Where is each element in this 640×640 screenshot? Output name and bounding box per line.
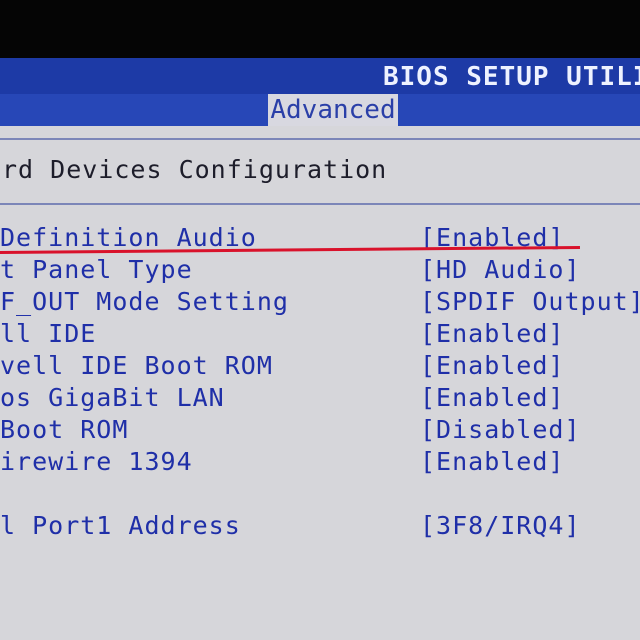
setting-value[interactable]: [3F8/IRQ4] <box>420 511 581 541</box>
setting-row-marvell-ide-boot-rom[interactable]: vell IDE Boot ROM [Enabled] <box>0 351 640 381</box>
setting-label: F_OUT Mode Setting <box>0 287 289 316</box>
setting-label: l Port1 Address <box>0 511 241 540</box>
bios-title: BIOS SETUP UTILI <box>383 62 640 92</box>
setting-label: t Panel Type <box>0 255 193 284</box>
setting-row-front-panel-type[interactable]: t Panel Type [HD Audio] <box>0 255 640 285</box>
panel-top-divider <box>0 138 640 140</box>
screen-bezel <box>0 0 640 58</box>
setting-label: os GigaBit LAN <box>0 383 225 412</box>
setting-value[interactable]: [Enabled] <box>420 383 564 413</box>
tab-advanced[interactable]: Advanced <box>268 94 398 126</box>
setting-label: ll IDE <box>0 319 97 348</box>
setting-row-firewire-1394[interactable]: irewire 1394 [Enabled] <box>0 447 640 477</box>
setting-label: vell IDE Boot ROM <box>0 351 273 380</box>
setting-value[interactable]: [SPDIF Output] <box>420 287 640 317</box>
setting-value[interactable]: [Enabled] <box>420 319 564 349</box>
setting-label: Boot ROM <box>0 415 129 444</box>
setting-label: irewire 1394 <box>0 447 193 476</box>
setting-value[interactable]: [Enabled] <box>420 447 564 477</box>
setting-row-serial-port1-address[interactable]: l Port1 Address [3F8/IRQ4] <box>0 511 640 541</box>
section-divider <box>0 203 640 205</box>
setting-value[interactable]: [HD Audio] <box>420 255 581 285</box>
setting-row-lan-boot-rom[interactable]: Boot ROM [Disabled] <box>0 415 640 445</box>
setting-row-marvell-ide[interactable]: ll IDE [Enabled] <box>0 319 640 349</box>
section-title: rd Devices Configuration <box>2 155 388 184</box>
setting-value[interactable]: [Enabled] <box>420 351 564 381</box>
setting-row-spdif-out-mode[interactable]: F_OUT Mode Setting [SPDIF Output] <box>0 287 640 317</box>
setting-row-gigabit-lan[interactable]: os GigaBit LAN [Enabled] <box>0 383 640 413</box>
setting-value[interactable]: [Disabled] <box>420 415 581 445</box>
